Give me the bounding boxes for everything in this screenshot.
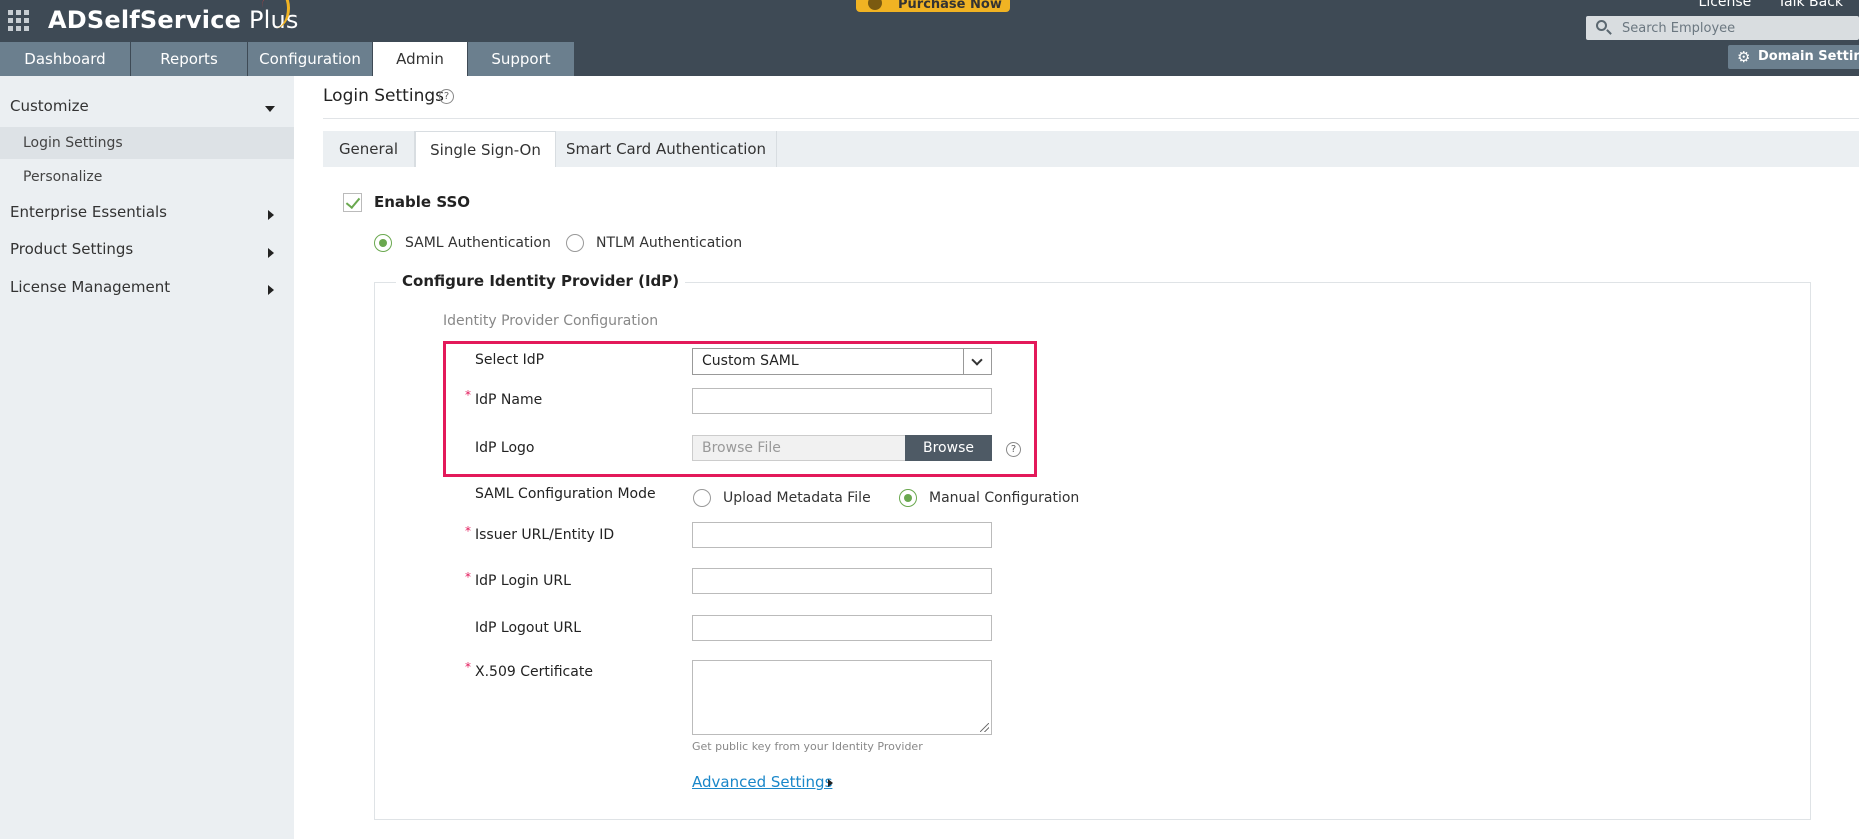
- domain-settings-label: Domain Settings: [1758, 49, 1859, 64]
- talk-back-link[interactable]: Talk Back: [1778, 0, 1843, 10]
- saml-authentication-radio[interactable]: [374, 234, 392, 252]
- required-marker: *: [465, 524, 471, 538]
- idp-logo-file-input[interactable]: Browse File: [692, 435, 906, 461]
- required-marker: *: [465, 388, 471, 402]
- chevron-right-icon[interactable]: [268, 285, 274, 295]
- sidebar-section-enterprise-essentials[interactable]: Enterprise Essentials: [10, 203, 167, 221]
- idp-logout-url-input[interactable]: [692, 615, 992, 641]
- upload-metadata-label: Upload Metadata File: [723, 490, 871, 506]
- sidebar-item-login-settings[interactable]: Login Settings: [0, 127, 294, 159]
- manual-configuration-radio[interactable]: [899, 489, 917, 507]
- idp-login-url-label: IdP Login URL: [475, 573, 571, 589]
- certificate-textarea[interactable]: [692, 660, 992, 735]
- tab-single-sign-on[interactable]: Single Sign-On: [415, 131, 556, 167]
- top-header: ADSelfService Plus Purchase Now License …: [0, 0, 1859, 40]
- sidebar-item-personalize[interactable]: Personalize: [0, 161, 294, 193]
- upload-metadata-radio[interactable]: [693, 489, 711, 507]
- ntlm-authentication-label: NTLM Authentication: [596, 235, 743, 251]
- search-employee-input[interactable]: [1622, 18, 1852, 38]
- fieldset-title: Configure Identity Provider (IdP): [396, 272, 686, 290]
- logo-brand: ADSelfService: [48, 6, 242, 34]
- tab-support[interactable]: Support: [468, 42, 574, 76]
- idp-logo-label: IdP Logo: [475, 440, 535, 456]
- chevron-right-icon[interactable]: [828, 779, 833, 787]
- purchase-now-label: Purchase Now: [898, 0, 1002, 12]
- sidebar-section-license-management[interactable]: License Management: [10, 278, 170, 296]
- help-icon[interactable]: ?: [1006, 442, 1021, 457]
- idp-name-input[interactable]: [692, 388, 992, 414]
- tab-reports[interactable]: Reports: [131, 42, 247, 76]
- gear-icon: ⚙: [1737, 48, 1751, 66]
- search-employee-box[interactable]: [1586, 16, 1859, 40]
- certificate-hint: Get public key from your Identity Provid…: [692, 740, 923, 753]
- issuer-url-input[interactable]: [692, 522, 992, 548]
- manual-configuration-label: Manual Configuration: [929, 490, 1080, 506]
- required-marker: *: [465, 660, 471, 674]
- enable-sso-label: Enable SSO: [374, 193, 471, 211]
- purchase-now-button[interactable]: Purchase Now: [856, 0, 1010, 12]
- tab-admin[interactable]: Admin: [373, 42, 467, 76]
- tab-smart-card-authentication[interactable]: Smart Card Authentication: [556, 131, 777, 167]
- idp-name-label: IdP Name: [475, 392, 543, 408]
- select-idp-dropdown[interactable]: Custom SAML: [692, 348, 992, 375]
- main-nav: Dashboard Reports Configuration Admin Su…: [0, 40, 1859, 76]
- header-links: License Talk Back: [1677, 0, 1843, 10]
- section-heading: Identity Provider Configuration: [443, 313, 659, 329]
- search-icon[interactable]: [1596, 20, 1607, 31]
- domain-settings-button[interactable]: ⚙ Domain Settings: [1728, 45, 1859, 69]
- settings-tabs: General Single Sign-On Smart Card Authen…: [323, 131, 1859, 167]
- chevron-right-icon[interactable]: [268, 210, 274, 220]
- ntlm-authentication-radio[interactable]: [566, 234, 584, 252]
- sidebar: Customize Login Settings Personalize Ent…: [0, 76, 294, 839]
- advanced-settings-link[interactable]: Advanced Settings: [692, 773, 832, 791]
- license-link[interactable]: License: [1699, 0, 1752, 10]
- divider: [323, 118, 1859, 119]
- chevron-right-icon[interactable]: [268, 248, 274, 258]
- tab-general[interactable]: General: [323, 131, 415, 167]
- sidebar-section-customize[interactable]: Customize: [10, 97, 89, 115]
- app-logo[interactable]: ADSelfService Plus: [48, 6, 299, 34]
- resize-handle-icon[interactable]: [980, 723, 989, 732]
- page-title: Login Settings: [323, 86, 444, 106]
- chevron-down-icon[interactable]: [265, 106, 275, 112]
- select-idp-label: Select IdP: [475, 352, 545, 368]
- help-icon[interactable]: ?: [439, 89, 454, 104]
- saml-authentication-label: SAML Authentication: [405, 235, 551, 251]
- issuer-url-label: Issuer URL/Entity ID: [475, 527, 615, 543]
- enable-sso-checkbox[interactable]: [343, 193, 362, 212]
- idp-logout-url-label: IdP Logout URL: [475, 620, 582, 636]
- idp-login-url-input[interactable]: [692, 568, 992, 594]
- required-marker: *: [465, 570, 471, 584]
- tab-dashboard[interactable]: Dashboard: [0, 42, 130, 76]
- coin-icon: [868, 0, 882, 10]
- browse-button[interactable]: Browse: [905, 435, 992, 461]
- tab-configuration[interactable]: Configuration: [248, 42, 372, 76]
- select-idp-value: Custom SAML: [702, 353, 799, 369]
- certificate-label: X.509 Certificate: [475, 664, 593, 680]
- apps-grid-icon[interactable]: [8, 10, 32, 31]
- saml-mode-label: SAML Configuration Mode: [475, 486, 656, 502]
- sidebar-section-product-settings[interactable]: Product Settings: [10, 240, 133, 258]
- chevron-down-icon[interactable]: [963, 349, 991, 374]
